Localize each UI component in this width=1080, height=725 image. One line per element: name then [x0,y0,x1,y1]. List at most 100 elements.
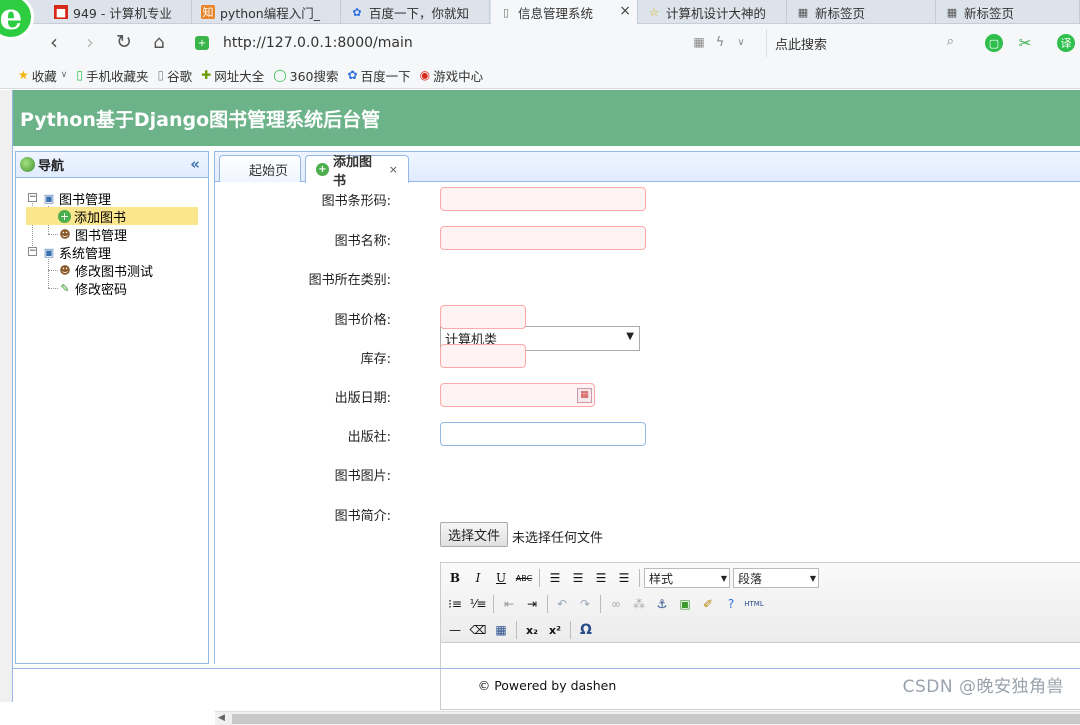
tree-line [48,270,58,271]
indent-icon[interactable]: ⇥ [522,594,542,614]
browser-tab-1[interactable]: ■ 949 - 计算机专业 [46,0,192,24]
image-icon[interactable]: ▣ [675,594,695,614]
shield-icon: + [195,36,209,50]
tab-add-book[interactable]: + 添加图书 × [305,155,409,189]
bookmark-mobile[interactable]: ▯ 手机收藏夹 [76,66,148,85]
numbered-list-icon[interactable]: ⅟≡ [468,594,488,614]
category-label: 图书所在类别: [308,273,391,288]
reload-icon[interactable]: ↻ [112,30,136,54]
bookmark-google[interactable]: ▯ 谷歌 [158,66,193,85]
chevron-down-icon: ∨ [60,70,68,80]
toolbar-separator [516,621,517,639]
special-char-icon[interactable]: Ω [576,620,596,640]
collapse-icon[interactable]: « [190,155,200,173]
browser-tab-bar: ■ 949 - 计算机专业 知 python编程入门_ ✿ 百度一下，你就知 ▯… [0,0,1080,25]
align-center-icon[interactable]: ☰ [568,568,588,588]
anchor-icon[interactable]: ⚓ [652,594,672,614]
tree-node-book-management[interactable]: ▣ 图书管理 [42,189,111,208]
main-panel: 起始页 + 添加图书 × 图书条形码: 图书名称: 图书所在类别: 计算机类 ▼… [214,151,1080,725]
chat-icon[interactable]: ▢ [985,34,1003,52]
horizontal-rule-icon[interactable]: — [445,620,465,640]
barcode-input[interactable] [440,187,646,211]
scroll-left-icon[interactable]: ◀ [218,713,225,723]
scissors-icon[interactable]: ✂ [1016,34,1034,52]
browser-tab-6[interactable]: ▦ 新标签页 [788,0,936,24]
nav-header: 导航 « [16,152,208,178]
translate-icon[interactable]: 译 [1057,34,1075,52]
publish-date-input[interactable]: ▦ [440,383,595,407]
home-icon[interactable]: ⌂ [147,30,171,54]
link-icon[interactable]: ∞ [606,594,626,614]
close-tab-icon[interactable]: × [619,3,631,19]
table-icon[interactable]: ▦ [491,620,511,640]
tab-home[interactable]: 起始页 [219,155,301,182]
help-icon[interactable]: ? [721,594,741,614]
horizontal-scrollbar[interactable]: ◀ [215,711,1080,725]
align-left-icon[interactable]: ☰ [545,568,565,588]
grid-icon: ▦ [946,5,958,19]
browser-tab-active[interactable]: ▯ 信息管理系统 × [491,0,638,25]
browser-tab-2[interactable]: 知 python编程入门_ [193,0,341,24]
choose-file-button[interactable]: 选择文件 [440,522,509,547]
undo-icon[interactable]: ↶ [552,594,572,614]
strikethrough-icon[interactable]: ABC [514,568,534,588]
back-icon[interactable]: ‹ [42,30,66,54]
cleanup-icon[interactable]: ✐ [698,594,718,614]
red-square-icon: ■ [54,5,68,19]
browser-tab-5[interactable]: ☆ 计算机设计大神的 [639,0,787,24]
unlink-icon[interactable]: ⁂ [629,594,649,614]
bookmark-favorites[interactable]: ★ 收藏 ∨ [18,66,67,85]
price-label: 图书价格: [334,313,391,328]
bookmark-hao[interactable]: ✚ 网址大全 [201,66,264,85]
tree-node-edit-book-test[interactable]: ☻ 修改图书测试 [58,261,153,280]
dropdown-arrow-icon: ▼ [626,331,634,342]
book-name-input[interactable] [440,226,646,250]
align-right-icon[interactable]: ☰ [591,568,611,588]
tree-node-add-book[interactable]: + 添加图书 [26,207,198,226]
forward-icon[interactable]: › [78,30,102,54]
bookmark-games[interactable]: ◉ 游戏中心 [420,66,484,85]
star-icon: ☆ [649,5,659,19]
close-tab-icon[interactable]: × [389,163,398,176]
scrollbar-thumb[interactable] [232,714,1080,724]
tree-line [48,234,58,235]
bold-icon[interactable]: B [445,568,465,588]
toolbar-separator [600,595,601,613]
url-text[interactable]: http://127.0.0.1:8000/main [223,35,413,51]
publisher-input[interactable] [440,422,646,446]
outdent-icon[interactable]: ⇤ [499,594,519,614]
tree-expander-icon[interactable]: − [28,247,37,256]
tree-node-system-management[interactable]: ▣ 系统管理 [42,243,111,262]
calendar-icon[interactable]: ▦ [577,388,592,403]
bookmark-baidu[interactable]: ✿ 百度一下 [348,66,411,85]
html-source-icon[interactable]: HTML [744,594,764,614]
bookmark-360[interactable]: ◯ 360搜索 [273,66,338,85]
url-bar[interactable]: + http://127.0.0.1:8000/main [195,29,755,57]
tab-strip: 起始页 + 添加图书 × [215,152,1080,189]
redo-icon[interactable]: ↷ [575,594,595,614]
stock-input[interactable] [440,344,526,368]
subscript-icon[interactable]: x₂ [522,620,542,640]
italic-icon[interactable]: I [468,568,488,588]
browser-tab-7[interactable]: ▦ 新标签页 [937,0,1080,24]
toolbar-separator [547,595,548,613]
star-icon: ★ [18,68,29,82]
stock-label: 库存: [360,352,391,367]
chevron-down-icon[interactable]: ∨ [729,30,753,54]
superscript-icon[interactable]: x² [545,620,565,640]
search-icon[interactable]: ⌕ [947,34,954,49]
tree-node-book-list[interactable]: ☻ 图书管理 [58,225,127,244]
tree-node-change-password[interactable]: ✎ 修改密码 [58,279,127,298]
search-placeholder: 点此搜索 [775,37,828,53]
remove-format-icon[interactable]: ⌫ [468,620,488,640]
price-input[interactable] [440,305,526,329]
editor-toolbar: B I U ABC ☰ ☰ ☰ ☰ 样式 ▼ 段落 ▼ ⁝≡ ⅟≡ ⇤ ⇥ ↶ ↷ [441,563,1080,643]
search-input[interactable]: 点此搜索 ⌕ [766,29,962,57]
justify-icon[interactable]: ☰ [614,568,634,588]
paragraph-select[interactable]: 段落 ▼ [733,568,819,588]
bullet-list-icon[interactable]: ⁝≡ [445,594,465,614]
underline-icon[interactable]: U [491,568,511,588]
tree-expander-icon[interactable]: − [28,193,37,202]
browser-tab-3[interactable]: ✿ 百度一下，你就知 [342,0,490,24]
style-select[interactable]: 样式 ▼ [644,568,730,588]
